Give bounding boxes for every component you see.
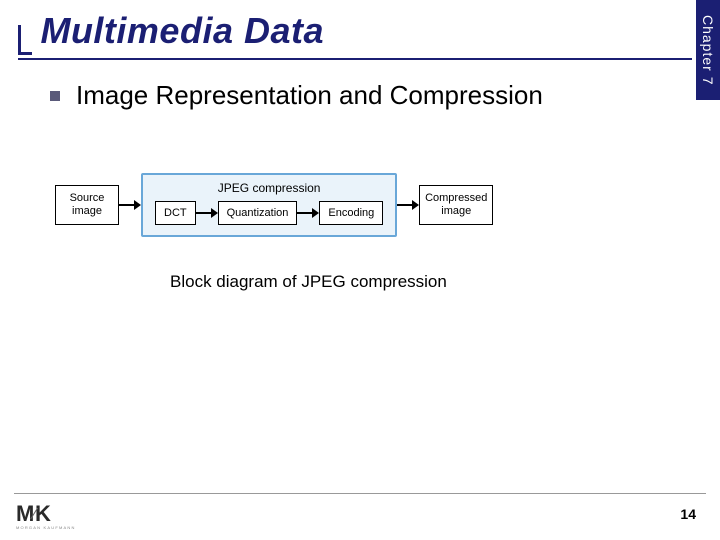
- arrow-icon: [119, 200, 141, 210]
- group-label: JPEG compression: [155, 181, 383, 195]
- arrow-icon: [397, 200, 419, 210]
- title-underline: Multimedia Data: [18, 10, 692, 60]
- bullet-text: Image Representation and Compression: [76, 80, 543, 111]
- page-title: Multimedia Data: [40, 10, 324, 52]
- jpeg-diagram: Source image JPEG compression DCT Quanti…: [55, 160, 665, 250]
- page-number: 14: [680, 506, 696, 522]
- box-dct: DCT: [155, 201, 196, 225]
- box-source-image: Source image: [55, 185, 119, 225]
- group-jpeg-compression: JPEG compression DCT Quantization Encodi…: [141, 173, 397, 237]
- arrow-icon: [297, 208, 319, 218]
- title-tick-icon: [18, 25, 32, 55]
- diagram-caption: Block diagram of JPEG compression: [170, 272, 447, 292]
- box-quantization: Quantization: [218, 201, 298, 225]
- publisher-logo: M⁄K MORGAN KAUFMANN: [16, 504, 68, 530]
- footer-divider: [14, 493, 706, 494]
- box-compressed-image: Compressed image: [419, 185, 493, 225]
- title-row: Multimedia Data: [18, 10, 692, 60]
- chapter-tab: Chapter 7: [696, 0, 720, 100]
- group-inner: DCT Quantization Encoding: [155, 201, 383, 225]
- bullet-row: Image Representation and Compression: [50, 80, 543, 111]
- logo-slash-icon: ⁄: [33, 506, 35, 523]
- box-encoding: Encoding: [319, 201, 383, 225]
- logo-m: M: [16, 501, 33, 526]
- arrow-icon: [196, 208, 218, 218]
- logo-subtext: MORGAN KAUFMANN: [16, 525, 68, 530]
- logo-mk-text: M⁄K: [16, 504, 68, 524]
- slide: Chapter 7 Multimedia Data Image Represen…: [0, 0, 720, 540]
- logo-k: K: [35, 501, 50, 526]
- square-bullet-icon: [50, 91, 60, 101]
